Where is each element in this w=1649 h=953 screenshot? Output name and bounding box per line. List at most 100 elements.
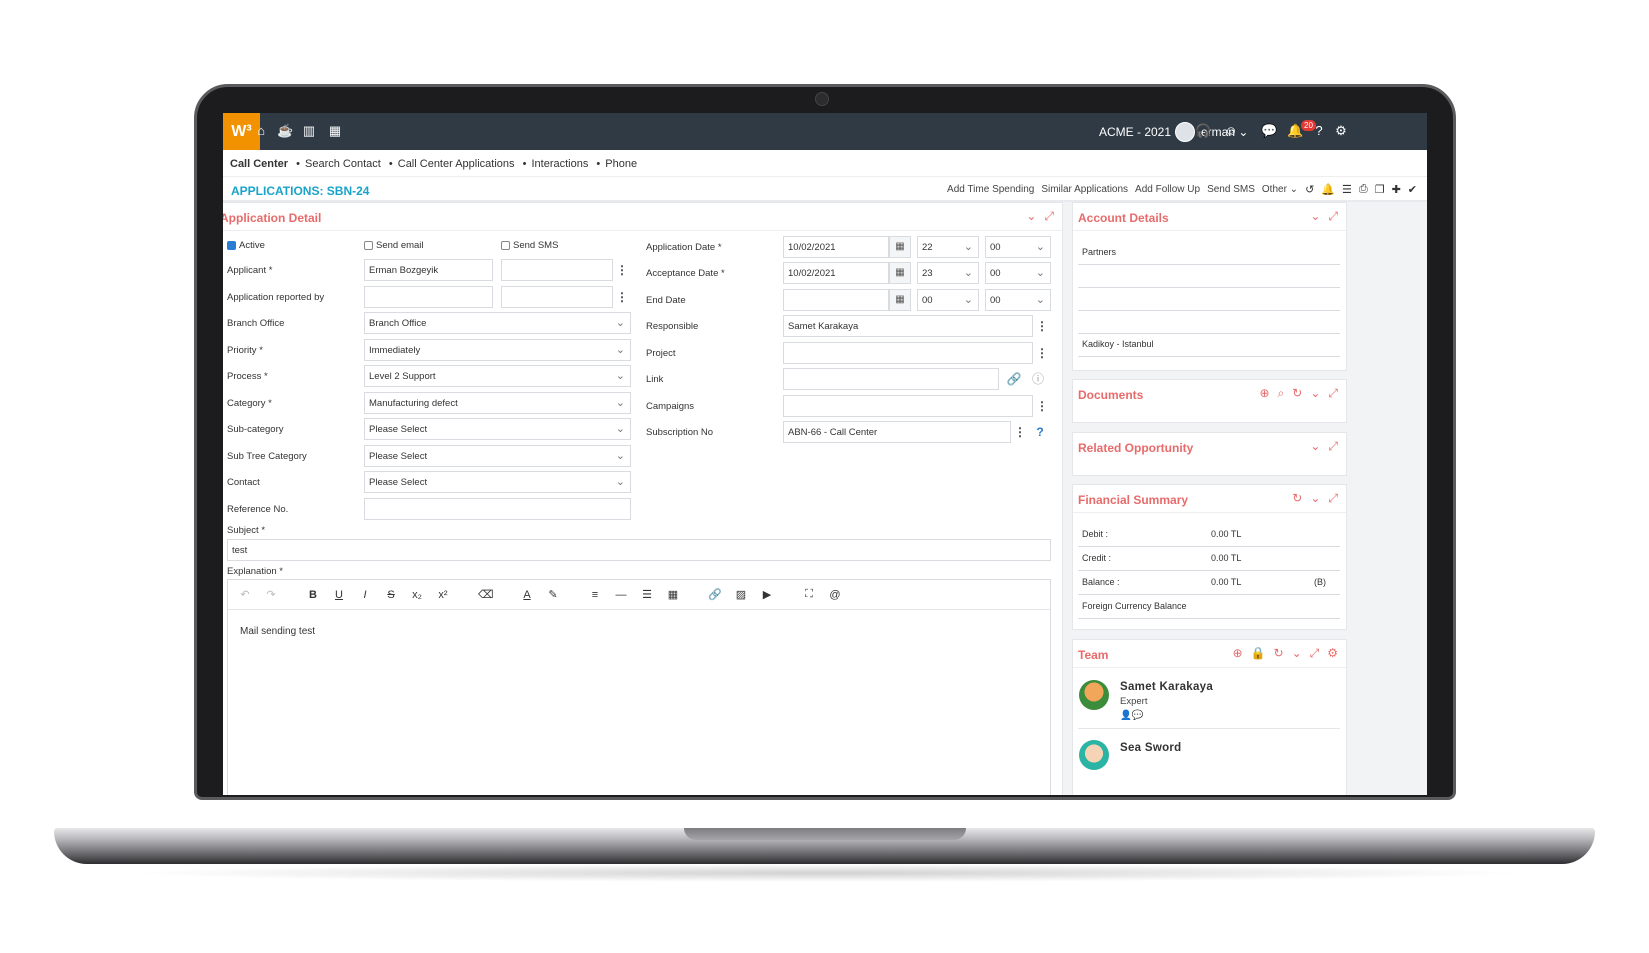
breadcrumb-interactions[interactable]: Interactions xyxy=(531,158,588,170)
refresh-icon[interactable]: ↻ xyxy=(1292,386,1302,401)
reported-by-input[interactable] xyxy=(364,286,493,308)
add-circle-icon[interactable]: ⊕ xyxy=(1232,646,1242,661)
send-sms-checkbox[interactable]: Send SMS xyxy=(501,240,558,251)
responsible-menu-icon[interactable]: ⋮ xyxy=(1033,315,1051,337)
link-icon[interactable]: 🔗 xyxy=(708,588,722,601)
font-color-icon[interactable]: A xyxy=(520,589,534,601)
horizontal-rule-icon[interactable]: — xyxy=(614,589,628,601)
end-date-input[interactable] xyxy=(783,289,889,311)
add-follow-up-button[interactable]: Add Follow Up xyxy=(1135,184,1200,195)
user-chat-icon[interactable]: 👤💬 xyxy=(1120,710,1144,721)
subcategory-select[interactable]: Please Select ⌄ xyxy=(364,418,631,440)
project-input[interactable] xyxy=(783,342,1033,364)
send-email-checkbox[interactable]: Send email xyxy=(364,240,424,251)
applicant-extra-input[interactable] xyxy=(501,259,613,281)
search-icon[interactable]: ⌕ xyxy=(1278,386,1285,401)
application-hour-select[interactable]: 22 ⌄ xyxy=(917,236,979,258)
other-menu-button[interactable]: Other ⌄ xyxy=(1262,184,1298,195)
expand-icon[interactable]: ⤢ xyxy=(1328,209,1338,224)
end-hour-select[interactable]: 00 ⌄ xyxy=(917,289,979,311)
chevron-down-icon[interactable]: ⌄ xyxy=(1310,491,1320,506)
breadcrumb-call-center[interactable]: Call Center xyxy=(230,158,288,170)
reported-by-extra-input[interactable] xyxy=(501,286,613,308)
highlight-icon[interactable]: ✎ xyxy=(546,588,560,601)
applicant-input[interactable]: Erman Bozgeyik xyxy=(364,259,493,281)
calendar-icon[interactable]: ▦ xyxy=(889,236,911,258)
home-icon[interactable]: ⌂ xyxy=(253,123,269,139)
chevron-down-icon[interactable]: ⌄ xyxy=(1310,439,1320,454)
check-icon[interactable]: ✔ xyxy=(1408,183,1417,196)
refresh-icon[interactable]: ↻ xyxy=(1274,646,1284,661)
help-icon[interactable]: ? xyxy=(1311,123,1327,139)
expand-icon[interactable]: ⤢ xyxy=(1328,491,1338,506)
lock-icon[interactable]: 🔒 xyxy=(1251,646,1266,661)
gear-icon[interactable]: ⚙ xyxy=(1327,646,1338,661)
refresh-icon[interactable]: ↻ xyxy=(1292,491,1302,506)
team-member-name[interactable]: Samet Karakaya xyxy=(1120,681,1213,693)
mention-icon[interactable]: @ xyxy=(828,589,842,601)
active-checkbox[interactable]: Active xyxy=(227,240,265,251)
responsible-input[interactable]: Samet Karakaya xyxy=(783,315,1033,337)
chevron-down-icon[interactable]: ⌄ xyxy=(1310,386,1320,401)
subject-input[interactable]: test xyxy=(227,539,1051,561)
category-select[interactable]: Manufacturing defect ⌄ xyxy=(364,392,631,414)
video-icon[interactable]: ▶ xyxy=(760,588,774,601)
expand-icon[interactable]: ⤢ xyxy=(1328,386,1338,401)
priority-select[interactable]: Immediately ⌄ xyxy=(364,339,631,361)
breadcrumb-call-center-applications[interactable]: Call Center Applications xyxy=(398,158,515,170)
link-input[interactable] xyxy=(783,368,999,390)
acceptance-date-input[interactable]: 10/02/2021 xyxy=(783,262,889,284)
chat-face-icon[interactable]: ☺ xyxy=(1223,123,1239,139)
chevron-down-icon[interactable]: ⌄ xyxy=(1026,209,1036,224)
bell-icon[interactable]: 🔔 xyxy=(1321,183,1335,196)
acceptance-minute-select[interactable]: 00 ⌄ xyxy=(985,262,1051,284)
avatar[interactable] xyxy=(1079,680,1109,710)
breadcrumb-search-contact[interactable]: Search Contact xyxy=(305,158,381,170)
editor-content[interactable]: Mail sending test xyxy=(240,626,315,637)
campaigns-menu-icon[interactable]: ⋮ xyxy=(1033,395,1051,417)
add-time-spending-button[interactable]: Add Time Spending xyxy=(947,184,1034,195)
avatar[interactable] xyxy=(1079,740,1109,770)
branch-office-select[interactable]: Branch Office ⌄ xyxy=(364,312,631,334)
info-icon[interactable]: ⓘ xyxy=(1029,368,1047,390)
table-icon[interactable]: ▦ xyxy=(666,588,680,601)
campaigns-input[interactable] xyxy=(783,395,1033,417)
message-icon[interactable]: 💬 xyxy=(1261,123,1277,139)
reference-no-input[interactable] xyxy=(364,498,631,520)
help-icon[interactable]: ? xyxy=(1031,421,1049,443)
add-circle-icon[interactable]: ⊕ xyxy=(1259,386,1269,401)
bell-icon[interactable]: 🔔 xyxy=(1287,123,1303,139)
italic-icon[interactable]: I xyxy=(358,589,372,601)
expand-icon[interactable]: ⤢ xyxy=(1328,439,1338,454)
company-selector[interactable]: ACME - 2021 xyxy=(1099,125,1171,139)
subscript-icon[interactable]: x₂ xyxy=(410,589,424,601)
strikethrough-icon[interactable]: S xyxy=(384,589,398,601)
end-minute-select[interactable]: 00 ⌄ xyxy=(985,289,1051,311)
process-select[interactable]: Level 2 Support ⌄ xyxy=(364,365,631,387)
subscription-no-input[interactable]: ABN-66 - Call Center xyxy=(783,421,1011,443)
calendar-icon[interactable]: ▦ xyxy=(889,262,911,284)
contact-select[interactable]: Please Select ⌄ xyxy=(364,471,631,493)
link-icon[interactable]: 🔗 xyxy=(1005,368,1023,390)
headset-icon[interactable]: 🎧 xyxy=(1195,123,1211,139)
fullscreen-icon[interactable]: ⛶ xyxy=(802,588,816,601)
plus-icon[interactable]: ✚ xyxy=(1392,183,1401,196)
eraser-icon[interactable]: ⌫ xyxy=(478,588,494,601)
calendar-icon[interactable]: ▦ xyxy=(889,289,911,311)
redo-icon[interactable]: ↷ xyxy=(264,588,278,601)
similar-applications-button[interactable]: Similar Applications xyxy=(1041,184,1128,195)
applicant-menu-icon[interactable]: ⋮ xyxy=(613,259,631,281)
underline-icon[interactable]: U xyxy=(332,589,346,601)
expand-icon[interactable]: ⤢ xyxy=(1310,646,1320,661)
image-icon[interactable]: ▨ xyxy=(734,588,748,601)
undo-icon[interactable]: ↶ xyxy=(238,588,252,601)
application-date-input[interactable]: 10/02/2021 xyxy=(783,236,889,258)
history-icon[interactable]: ↺ xyxy=(1305,183,1314,196)
reported-by-menu-icon[interactable]: ⋮ xyxy=(613,286,631,308)
team-member-name[interactable]: Sea Sword xyxy=(1120,742,1182,754)
calendar-icon[interactable]: ▦ xyxy=(327,123,343,139)
chart-icon[interactable]: ▥ xyxy=(301,123,317,139)
subscription-menu-icon[interactable]: ⋮ xyxy=(1011,421,1029,443)
breadcrumb-phone[interactable]: Phone xyxy=(605,158,637,170)
acceptance-hour-select[interactable]: 23 ⌄ xyxy=(917,262,979,284)
